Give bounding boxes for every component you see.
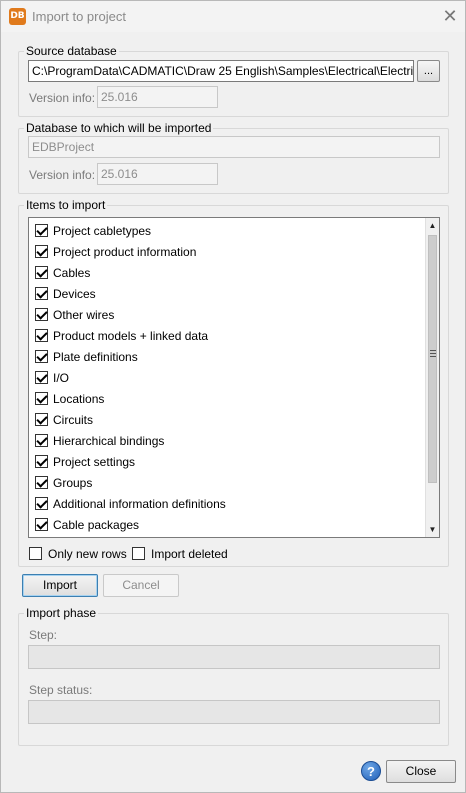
import-phase-label: Import phase <box>24 606 99 620</box>
step-progress-bar <box>28 645 440 669</box>
close-icon[interactable]: ✕ <box>438 5 462 27</box>
item-checkbox[interactable] <box>35 497 48 510</box>
list-scrollbar[interactable]: ▲ ▼ <box>425 218 439 537</box>
item-checkbox[interactable] <box>35 455 48 468</box>
item-checkbox[interactable] <box>35 392 48 405</box>
scroll-up-arrow-icon[interactable]: ▲ <box>426 218 439 233</box>
item-checkbox[interactable] <box>35 413 48 426</box>
item-label: Circuits <box>53 413 94 427</box>
item-label: Hierarchical bindings <box>53 434 165 448</box>
list-item[interactable]: Locations <box>29 389 424 410</box>
list-item[interactable]: Hierarchical bindings <box>29 431 424 452</box>
item-checkbox[interactable] <box>35 350 48 363</box>
item-label: Groups <box>53 476 93 490</box>
grip-icon <box>430 350 436 357</box>
list-item[interactable]: Other wires <box>29 305 424 326</box>
item-checkbox[interactable] <box>35 518 48 531</box>
items-to-import-label: Items to import <box>24 198 108 212</box>
item-checkbox[interactable] <box>35 287 48 300</box>
list-item[interactable]: Product models + linked data <box>29 326 424 347</box>
list-item[interactable]: Project product information <box>29 242 424 263</box>
item-label: Plate definitions <box>53 350 138 364</box>
only-new-rows-label: Only new rows <box>48 547 127 561</box>
step-label: Step: <box>29 628 58 642</box>
item-checkbox[interactable] <box>35 245 48 258</box>
item-label: Locations <box>53 392 105 406</box>
cancel-button[interactable]: Cancel <box>103 574 179 597</box>
target-version-label: Version info: <box>29 168 96 182</box>
item-label: Other wires <box>53 308 115 322</box>
source-database-label: Source database <box>24 44 119 58</box>
item-checkbox[interactable] <box>35 329 48 342</box>
item-label: I/O <box>53 371 70 385</box>
list-item[interactable]: Devices <box>29 284 424 305</box>
item-checkbox[interactable] <box>35 308 48 321</box>
source-path-field[interactable]: C:\ProgramData\CADMATIC\Draw 25 English\… <box>28 60 414 82</box>
item-checkbox[interactable] <box>35 371 48 384</box>
only-new-rows-checkbox[interactable] <box>29 547 42 560</box>
target-database-label: Database to which will be imported <box>24 121 214 135</box>
item-label: Additional information definitions <box>53 497 226 511</box>
list-item[interactable]: Additional information definitions <box>29 494 424 515</box>
browse-button[interactable]: ... <box>417 60 440 82</box>
target-name-field: EDBProject <box>28 136 440 158</box>
item-label: Project product information <box>53 245 197 259</box>
step-status-label: Step status: <box>29 683 93 697</box>
scroll-down-arrow-icon[interactable]: ▼ <box>426 522 439 537</box>
list-item[interactable]: Project settings <box>29 452 424 473</box>
list-item[interactable]: Plate definitions <box>29 347 424 368</box>
item-checkbox[interactable] <box>35 266 48 279</box>
window-title: Import to project <box>32 9 126 24</box>
item-checkbox[interactable] <box>35 476 48 489</box>
list-item[interactable]: Cables <box>29 263 424 284</box>
list-item[interactable]: Project cabletypes <box>29 221 424 242</box>
list-item[interactable]: Groups <box>29 473 424 494</box>
source-version-label: Version info: <box>29 91 96 105</box>
item-label: Project settings <box>53 455 136 469</box>
help-icon[interactable]: ? <box>361 761 381 781</box>
title-bar: DB Import to project ✕ <box>1 1 465 32</box>
import-dialog: DB Import to project ✕ Source database C… <box>0 0 466 793</box>
list-item[interactable]: Circuits <box>29 410 424 431</box>
target-version-field: 25.016 <box>97 163 218 185</box>
list-item[interactable]: Cable packages <box>29 515 424 536</box>
item-checkbox[interactable] <box>35 434 48 447</box>
import-button[interactable]: Import <box>22 574 98 597</box>
import-deleted-checkbox[interactable] <box>132 547 145 560</box>
item-label: Project cabletypes <box>53 224 152 238</box>
item-label: Devices <box>53 287 96 301</box>
import-deleted-label: Import deleted <box>151 547 228 561</box>
source-version-field: 25.016 <box>97 86 218 108</box>
import-phase-group <box>18 613 449 746</box>
list-item[interactable]: I/O <box>29 368 424 389</box>
item-label: Cable packages <box>53 518 140 532</box>
item-label: Cables <box>53 266 91 280</box>
item-checkbox[interactable] <box>35 224 48 237</box>
db-app-icon: DB <box>9 8 26 25</box>
items-listbox[interactable]: Project cabletypes Project product inform… <box>28 217 440 538</box>
step-status-progress-bar <box>28 700 440 724</box>
scroll-thumb[interactable] <box>428 235 437 483</box>
item-label: Product models + linked data <box>53 329 209 343</box>
close-button[interactable]: Close <box>386 760 456 783</box>
